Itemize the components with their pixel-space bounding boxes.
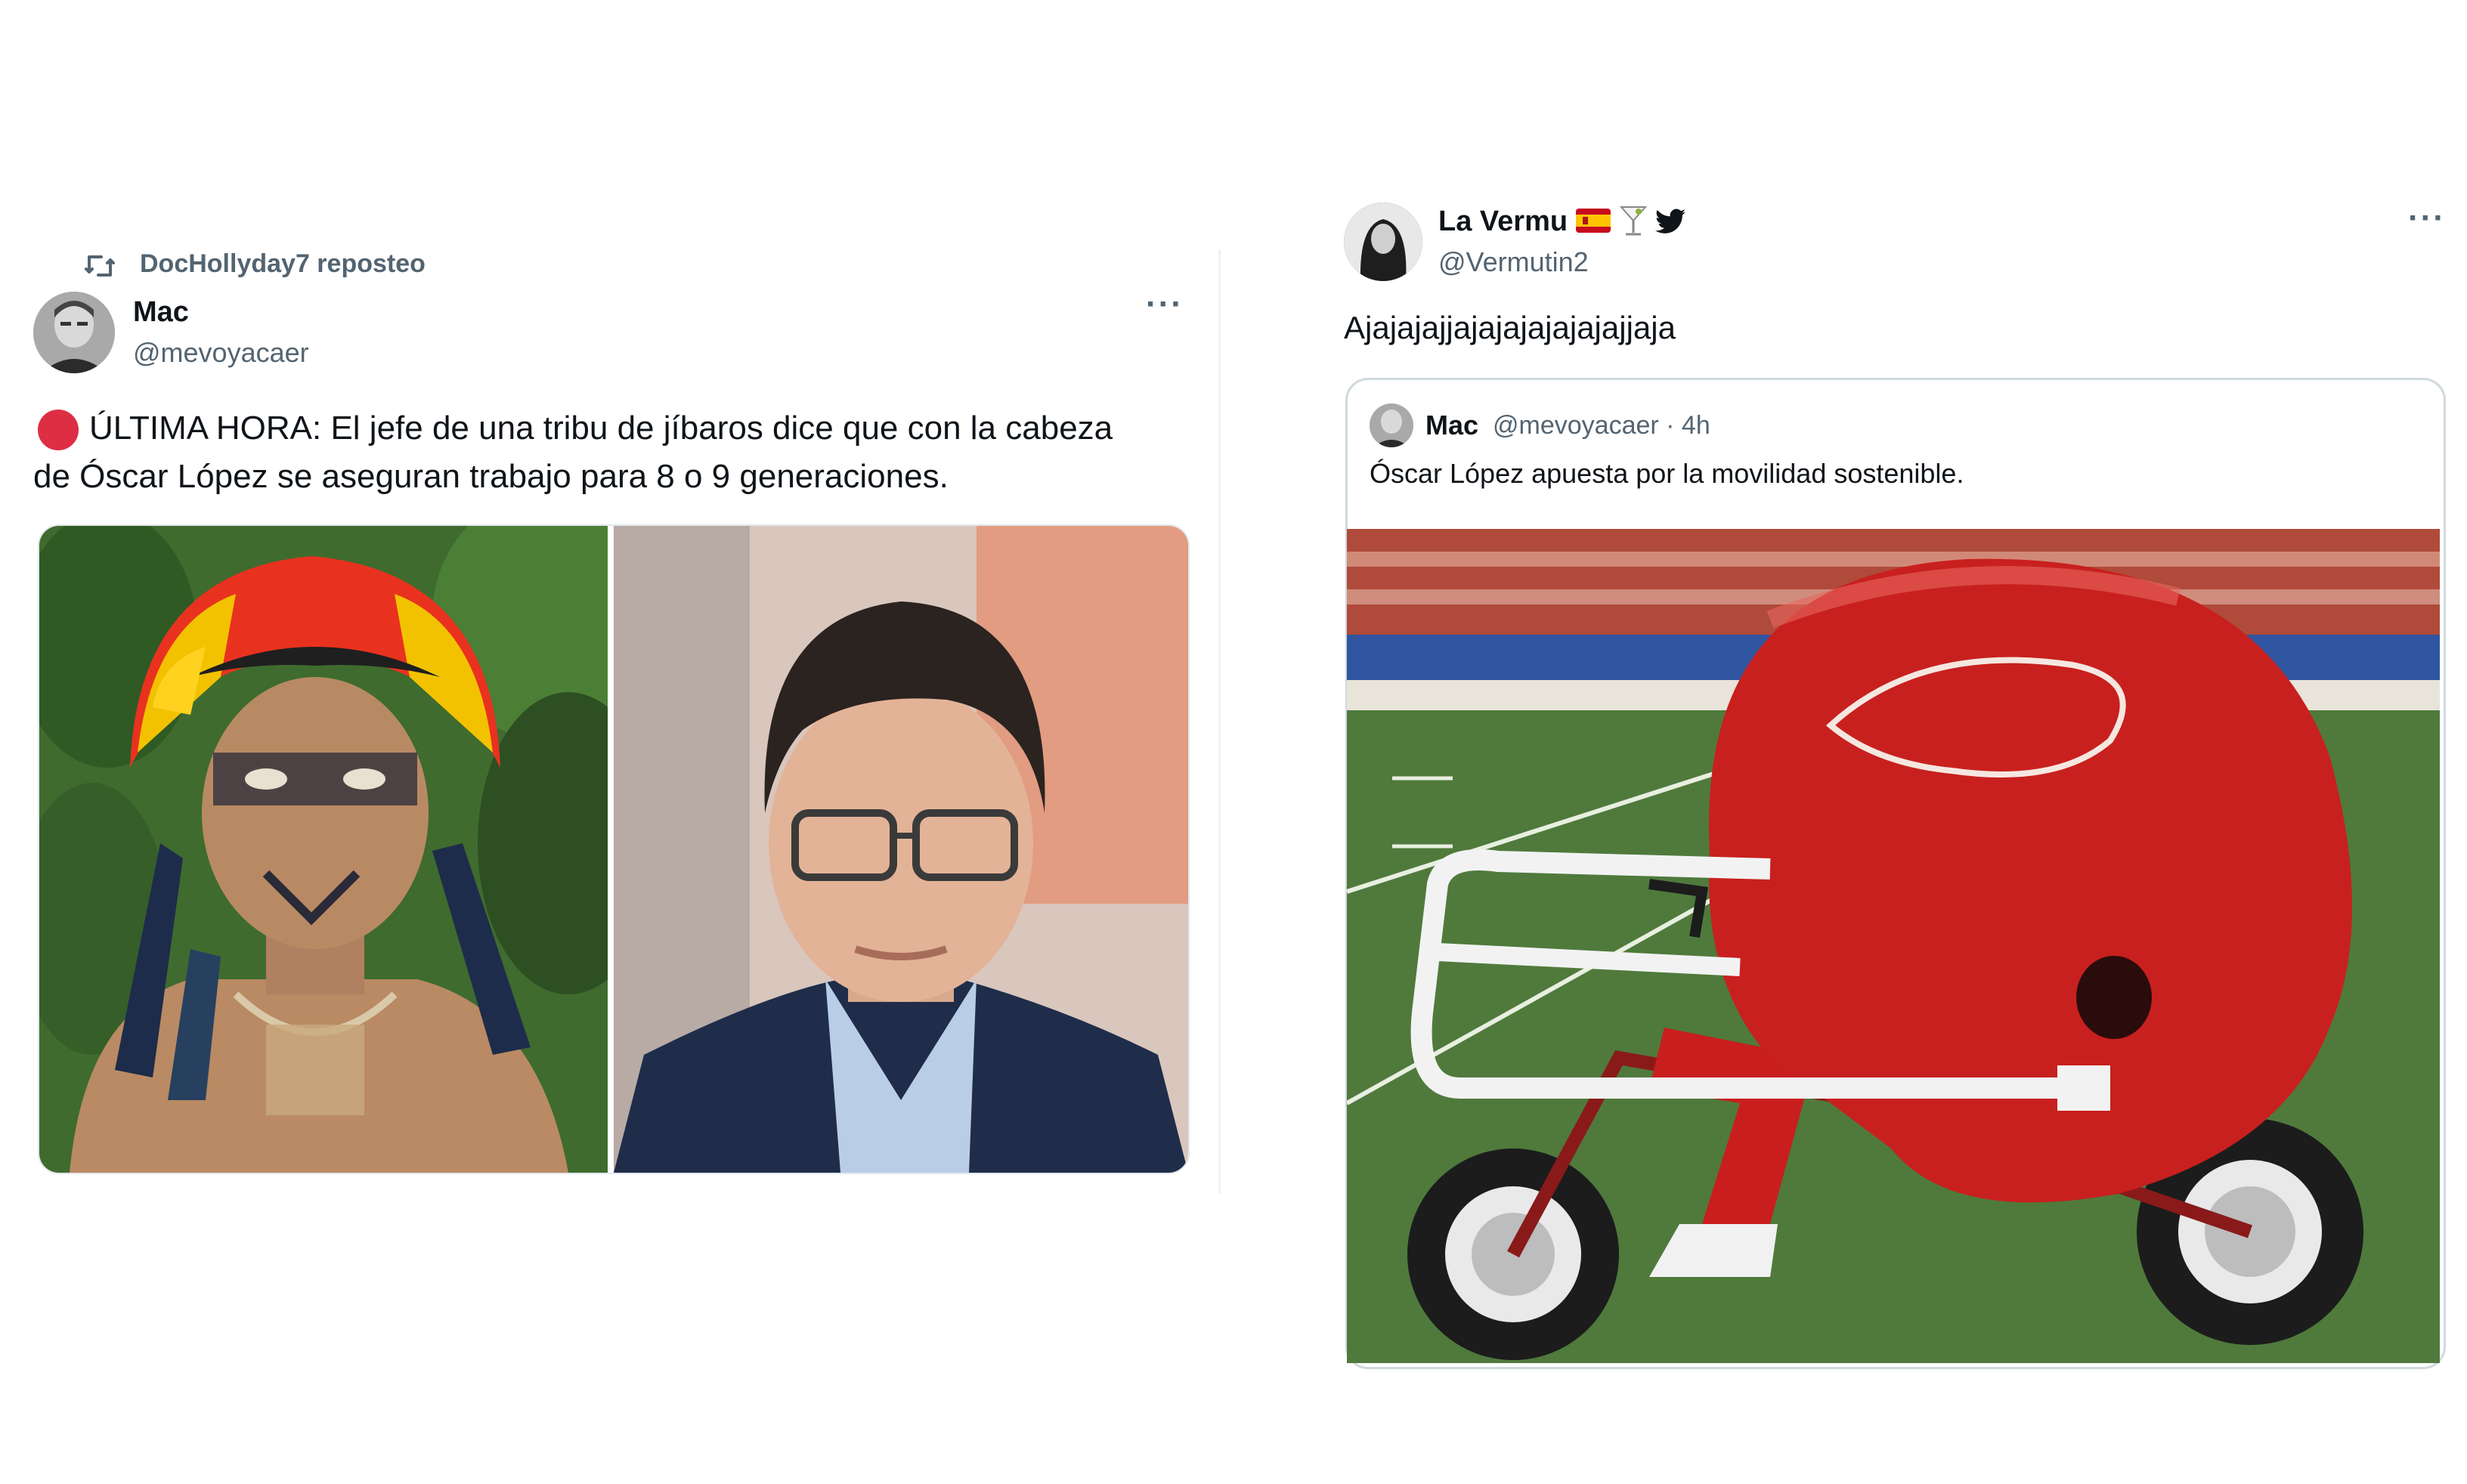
repost-icon [85, 255, 115, 277]
tweet-text: ÚLTIMA HORA: El jefe de una tribu de jíb… [89, 410, 1113, 447]
author-name[interactable]: La Vermu [1438, 206, 1568, 238]
avatar-photo [1344, 203, 1422, 281]
quoted-tweet-text: Óscar López apuesta por la movilidad sos… [1370, 458, 1964, 489]
author-handle[interactable]: @mevoyacaer [133, 337, 309, 369]
column-divider [1218, 249, 1221, 1194]
author-name[interactable]: Mac [133, 296, 189, 329]
red-circle-icon [38, 410, 79, 450]
man-portrait-photo[interactable] [614, 526, 1188, 1173]
avatar-photo [1370, 403, 1413, 447]
tweet-text-continued: de Óscar López se aseguran trabajo para … [33, 458, 949, 495]
avatar[interactable] [1344, 203, 1422, 281]
tweet-text: Ajajajajjajajajajajajajjaja [1344, 310, 1676, 345]
tribal-chief-photo[interactable] [39, 526, 608, 1173]
avatar-photo [33, 292, 115, 373]
more-options-button[interactable]: ··· [2408, 199, 2446, 237]
helmet-vehicle-photo[interactable] [1347, 529, 2440, 1363]
tweet-media[interactable] [38, 524, 1190, 1174]
spain-flag-icon [1576, 209, 1611, 233]
quoted-author-name[interactable]: Mac [1425, 410, 1478, 441]
quoted-avatar[interactable] [1370, 403, 1413, 447]
repost-label[interactable]: DocHollyday7 reposteo [140, 249, 426, 279]
cocktail-icon [1619, 206, 1648, 236]
twitter-bird-icon [1655, 209, 1685, 233]
more-options-button[interactable]: ··· [1146, 286, 1184, 323]
quoted-author-meta[interactable]: @mevoyacaer · 4h [1493, 411, 1710, 441]
avatar[interactable] [33, 292, 115, 373]
author-handle[interactable]: @Vermutin2 [1438, 246, 1589, 278]
